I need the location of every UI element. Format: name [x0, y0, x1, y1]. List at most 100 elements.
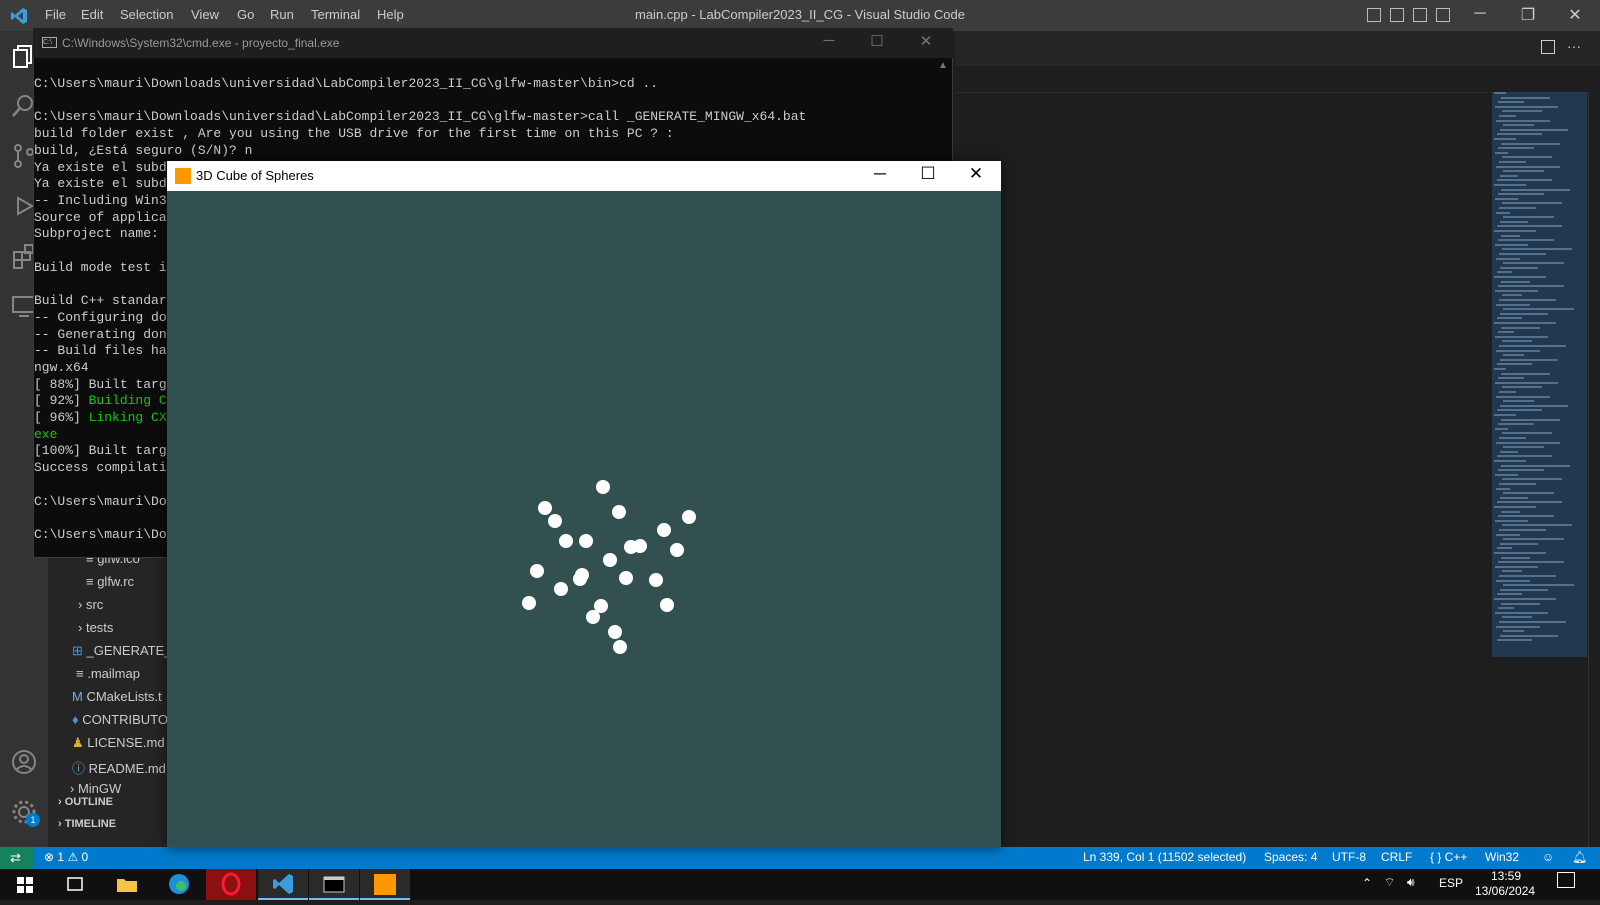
outline-section[interactable]: › OUTLINE: [58, 796, 113, 808]
gl-close-icon[interactable]: ✕: [956, 164, 996, 184]
minimap-line: [1495, 611, 1548, 614]
minimap-line: [1498, 285, 1564, 288]
minimap-line: [1500, 358, 1558, 361]
cmd-line-text: build, ¿Está seguro (S/N)? n: [34, 142, 253, 158]
customize-layout-icon[interactable]: [1436, 8, 1450, 22]
minimize-icon[interactable]: ─: [1465, 5, 1495, 23]
sphere: [559, 534, 573, 548]
sphere: [554, 582, 568, 596]
explorer-item[interactable]: › tests: [78, 620, 113, 635]
cmd-close-icon[interactable]: ✕: [911, 32, 941, 50]
notification-center-icon[interactable]: [1557, 872, 1575, 888]
minimap[interactable]: [1492, 92, 1587, 657]
more-actions-icon[interactable]: ···: [1567, 38, 1581, 54]
minimap-line: [1502, 110, 1542, 113]
sphere: [538, 501, 552, 515]
split-editor-icon[interactable]: [1541, 40, 1555, 54]
timeline-section[interactable]: › TIMELINE: [58, 818, 116, 830]
license-icon: ♟: [72, 735, 88, 750]
file-explorer-icon[interactable]: [102, 869, 152, 900]
explorer-item[interactable]: › MinGW: [70, 781, 121, 796]
minimap-line: [1498, 147, 1534, 150]
sphere: [522, 596, 536, 610]
sphere: [619, 571, 633, 585]
toggle-secondary-sidebar-icon[interactable]: [1413, 8, 1427, 22]
toggle-panel-icon[interactable]: [1390, 8, 1404, 22]
minimap-line: [1494, 184, 1526, 186]
explorer-item-label: src: [85, 597, 104, 612]
cmd-output-line: Ya existe el subdi: [34, 160, 174, 176]
volume-icon[interactable]: 🔊︎: [1407, 875, 1415, 890]
minimap-line: [1497, 179, 1552, 182]
cmake-icon: M: [72, 689, 87, 704]
cmd-maximize-icon[interactable]: ☐: [862, 32, 892, 50]
explorer-item[interactable]: M CMakeLists.t: [72, 689, 162, 704]
minimap-line: [1501, 234, 1520, 237]
cmd-line-highlight: Building CX: [88, 393, 175, 409]
explorer-item-label: glfw.rc: [97, 574, 135, 589]
cmd-minimize-icon[interactable]: ─: [814, 32, 844, 49]
explorer-item[interactable]: ≡ glfw.rc: [86, 574, 134, 589]
toggle-sidebar-icon[interactable]: [1367, 8, 1381, 22]
start-icon[interactable]: [0, 869, 50, 900]
close-icon[interactable]: ✕: [1560, 5, 1590, 25]
minimap-line: [1502, 294, 1522, 297]
gl-render-canvas[interactable]: [167, 191, 1001, 847]
editor-scrollbar[interactable]: [1588, 92, 1600, 847]
outline-label: OUTLINE: [64, 796, 114, 808]
gl-minimize-icon[interactable]: ─: [860, 164, 900, 184]
input-language[interactable]: ESP: [1439, 876, 1463, 890]
cmd-app-icon: C:\: [42, 37, 57, 48]
show-hidden-icons-icon[interactable]: ⌃: [1362, 876, 1372, 890]
platform-status[interactable]: Win32: [1485, 850, 1519, 864]
opengl-app-taskbar-icon[interactable]: [360, 869, 410, 900]
language-mode[interactable]: { } C++: [1430, 850, 1467, 864]
vscode-taskbar-icon[interactable]: [258, 869, 308, 900]
gl-maximize-icon[interactable]: ☐: [908, 164, 948, 184]
clock-time[interactable]: 13:59: [1491, 869, 1521, 883]
indentation-status[interactable]: Spaces: 4: [1264, 850, 1317, 864]
remote-indicator-icon[interactable]: ⇄: [0, 847, 34, 869]
explorer-item[interactable]: ♦ CONTRIBUTO: [72, 712, 168, 727]
contributors-icon: ♦: [72, 712, 83, 727]
cmd-output-line: Ya existe el subdi: [34, 176, 174, 192]
cmd-output-line: Build mode test is: [34, 260, 174, 276]
explorer-item[interactable]: › src: [78, 597, 103, 612]
minimap-line: [1500, 266, 1538, 269]
task-view-icon[interactable]: [50, 869, 100, 900]
restore-icon[interactable]: ❐: [1513, 5, 1543, 25]
terminal-taskbar-icon[interactable]: [309, 869, 359, 900]
eol-status[interactable]: CRLF: [1381, 850, 1412, 864]
minimap-line: [1498, 607, 1514, 610]
sphere: [613, 640, 627, 654]
cmd-line-text: C:\Users\mauri\Dow: [34, 526, 175, 542]
feedback-icon[interactable]: ☺: [1542, 850, 1554, 864]
minimap-line: [1503, 354, 1524, 357]
notifications-icon[interactable]: 🔔︎: [1572, 850, 1587, 864]
opera-icon[interactable]: [206, 869, 256, 900]
minimap-line: [1503, 170, 1544, 173]
explorer-item[interactable]: ≡ .mailmap: [76, 666, 140, 681]
gl-app-icon: [175, 168, 191, 184]
minimap-line: [1502, 616, 1532, 619]
explorer-item[interactable]: ⓘ README.md: [72, 758, 166, 777]
clock-date[interactable]: 13/06/2024: [1475, 884, 1535, 898]
minimap-line: [1494, 230, 1536, 232]
minimap-line: [1500, 496, 1528, 499]
minimap-line: [1501, 96, 1550, 99]
encoding-status[interactable]: UTF-8: [1332, 850, 1366, 864]
explorer-item[interactable]: ♟ LICENSE.md: [72, 735, 165, 751]
accounts-icon[interactable]: [10, 748, 38, 776]
explorer-item[interactable]: ⊞ _GENERATE_: [72, 643, 172, 659]
edge-icon[interactable]: [154, 869, 204, 900]
cmd-line-text: ngw.x64: [34, 359, 89, 375]
cursor-position[interactable]: Ln 339, Col 1 (11502 selected): [1083, 850, 1246, 864]
minimap-line: [1498, 331, 1514, 334]
minimap-line: [1495, 473, 1518, 476]
minimap-line: [1495, 565, 1538, 568]
minimap-line: [1503, 538, 1564, 541]
problems-indicator[interactable]: ⊗ 1 ⚠ 0: [44, 850, 88, 864]
minimap-line: [1499, 437, 1526, 439]
network-icon[interactable]: ⌔: [1384, 875, 1395, 890]
minimap-line: [1500, 312, 1548, 315]
